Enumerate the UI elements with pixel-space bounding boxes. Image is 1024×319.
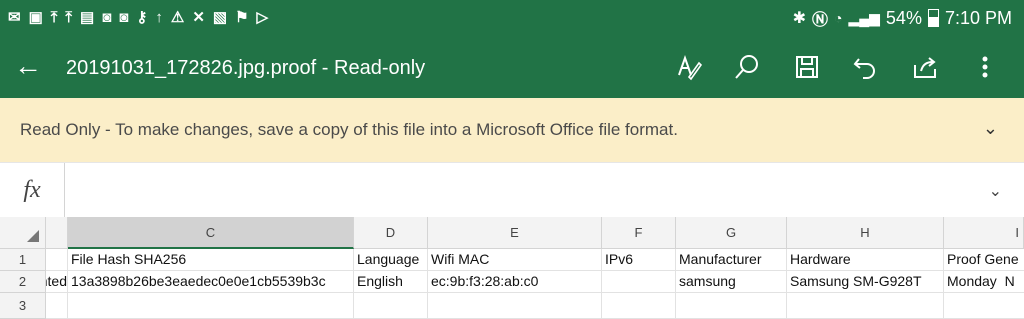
status-bar: ✉ ▣ ⤒ ⤒ ▤ ◙ ◙ ⚷ ↑ ⚠ ✕ ▧ ⚑ ▷ ✱ Ⓝ ◔ ▂▄▆ 54… [0, 0, 1024, 36]
cell-f2[interactable] [602, 271, 676, 293]
bluetooth-icon: ✱ [792, 10, 806, 27]
battery-icon [927, 9, 939, 27]
signal-icon: ▂▄▆ [848, 9, 880, 26]
cell-g3[interactable] [676, 293, 787, 319]
column-header-e[interactable]: E [428, 217, 602, 249]
cell-i1[interactable]: Proof Gene [944, 249, 1024, 271]
gallery-mail-icon: ▣ [28, 9, 43, 26]
document-title: 20191031_172826.jpg.proof - Read-only [66, 57, 426, 79]
cell-b1[interactable] [46, 249, 68, 271]
column-header-h[interactable]: H [787, 217, 944, 249]
mail-icon: ✉ [8, 9, 21, 26]
formula-input[interactable] [70, 163, 970, 217]
row-header-2[interactable]: 2 [0, 271, 46, 293]
cell-c1[interactable]: File Hash SHA256 [68, 249, 354, 271]
draw-icon[interactable] [672, 50, 706, 84]
read-only-banner: Read Only - To make changes, save a copy… [0, 98, 1024, 162]
cell-i3[interactable] [944, 293, 1024, 319]
back-arrow-icon[interactable]: ← [14, 48, 42, 84]
column-header-d[interactable]: D [354, 217, 428, 249]
cell-d1[interactable]: Language [354, 249, 428, 271]
wifi-icon: ◔ [834, 10, 843, 26]
cell-d3[interactable] [354, 293, 428, 319]
clock: 7:10 PM [944, 7, 1012, 28]
app-icon: ▧ [212, 9, 228, 26]
key-icon: ⚷ [136, 9, 148, 26]
column-header-b[interactable] [46, 217, 68, 249]
search-icon[interactable] [730, 50, 764, 84]
more-icon[interactable] [968, 50, 1002, 84]
cell-h2[interactable]: Samsung SM-G928T [787, 271, 944, 293]
chevron-down-icon[interactable]: ⌄ [983, 118, 998, 139]
banner-text: Read Only - To make changes, save a copy… [20, 120, 678, 139]
data-icon: ↑ [155, 9, 163, 26]
upload-icon: ⤒ [50, 9, 58, 26]
upload-icon: ⤒ [65, 9, 73, 26]
status-right: ✱ Ⓝ ◔ ▂▄▆ 54% 7:10 PM [793, 6, 1012, 30]
select-all-corner[interactable] [0, 217, 46, 249]
app-icon: ◙ [102, 9, 112, 26]
column-header-c[interactable]: C [68, 217, 354, 249]
cell-e3[interactable] [428, 293, 602, 319]
row-header-1[interactable]: 1 [0, 249, 46, 271]
app-icon: ◙ [119, 9, 129, 26]
cell-d2[interactable]: English [354, 271, 428, 293]
flag-icon: ⚑ [235, 9, 249, 26]
battery-percent: 54% [885, 7, 922, 28]
save-icon[interactable] [790, 50, 824, 84]
play-icon: ▷ [256, 9, 269, 26]
spreadsheet-grid: C D E F G H I 1 2 3 File Hash SHA256 Lan… [0, 217, 1024, 319]
cell-f1[interactable]: IPv6 [602, 249, 676, 271]
cell-c3[interactable] [68, 293, 354, 319]
cell-h3[interactable] [787, 293, 944, 319]
app-bar: ← 20191031_172826.jpg.proof - Read-only [0, 36, 1024, 98]
missed-mail-icon: ✕ [192, 9, 205, 26]
cell-c2[interactable]: 13a3898b26be3eaedec0e0e1cb5539b3c [68, 271, 354, 293]
cell-i2[interactable]: Monday N [944, 271, 1024, 293]
chevron-down-icon[interactable]: ⌄ [989, 181, 1002, 201]
cell-g1[interactable]: Manufacturer [676, 249, 787, 271]
column-header-f[interactable]: F [602, 217, 676, 249]
nfc-icon: Ⓝ [811, 12, 828, 29]
cell-h1[interactable]: Hardware [787, 249, 944, 271]
column-header-g[interactable]: G [676, 217, 787, 249]
cell-e2[interactable]: ec:9b:f3:28:ab:c0 [428, 271, 602, 293]
cell-b3[interactable] [46, 293, 68, 319]
row-header-3[interactable]: 3 [0, 293, 46, 319]
column-header-i[interactable]: I [944, 217, 1024, 249]
undo-icon[interactable] [848, 50, 882, 84]
cell-g2[interactable]: samsung [676, 271, 787, 293]
cell-f3[interactable] [602, 293, 676, 319]
fx-label: fx [0, 163, 65, 217]
formula-bar: fx ⌄ [0, 162, 1024, 218]
share-icon[interactable] [908, 50, 942, 84]
image-icon: ▤ [80, 9, 95, 26]
cell-e1[interactable]: Wifi MAC [428, 249, 602, 271]
notification-icons: ✉ ▣ ⤒ ⤒ ▤ ◙ ◙ ⚷ ↑ ⚠ ✕ ▧ ⚑ ▷ [8, 9, 268, 27]
cell-b2[interactable]: nted [46, 271, 68, 293]
warning-icon: ⚠ [170, 9, 185, 26]
